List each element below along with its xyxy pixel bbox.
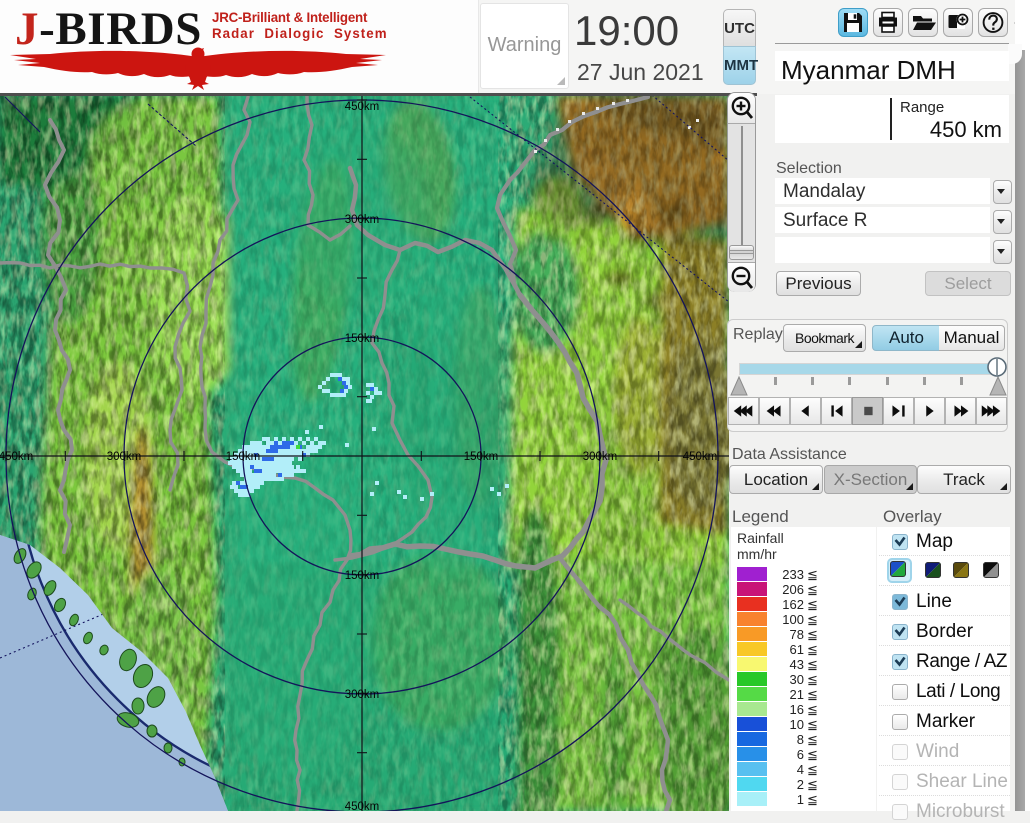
svg-text:150km: 150km (226, 451, 261, 463)
svg-text:450km: 450km (683, 451, 718, 463)
svg-text:300km: 300km (345, 689, 380, 701)
svg-text:450km: 450km (345, 801, 380, 811)
svg-text:300km: 300km (583, 451, 618, 463)
svg-text:150km: 150km (464, 451, 499, 463)
svg-text:300km: 300km (345, 214, 380, 226)
svg-text:450km: 450km (345, 101, 380, 113)
svg-text:150km: 150km (345, 570, 380, 582)
svg-text:300km: 300km (107, 451, 142, 463)
svg-text:450km: 450km (0, 451, 33, 463)
svg-text:150km: 150km (345, 333, 380, 345)
